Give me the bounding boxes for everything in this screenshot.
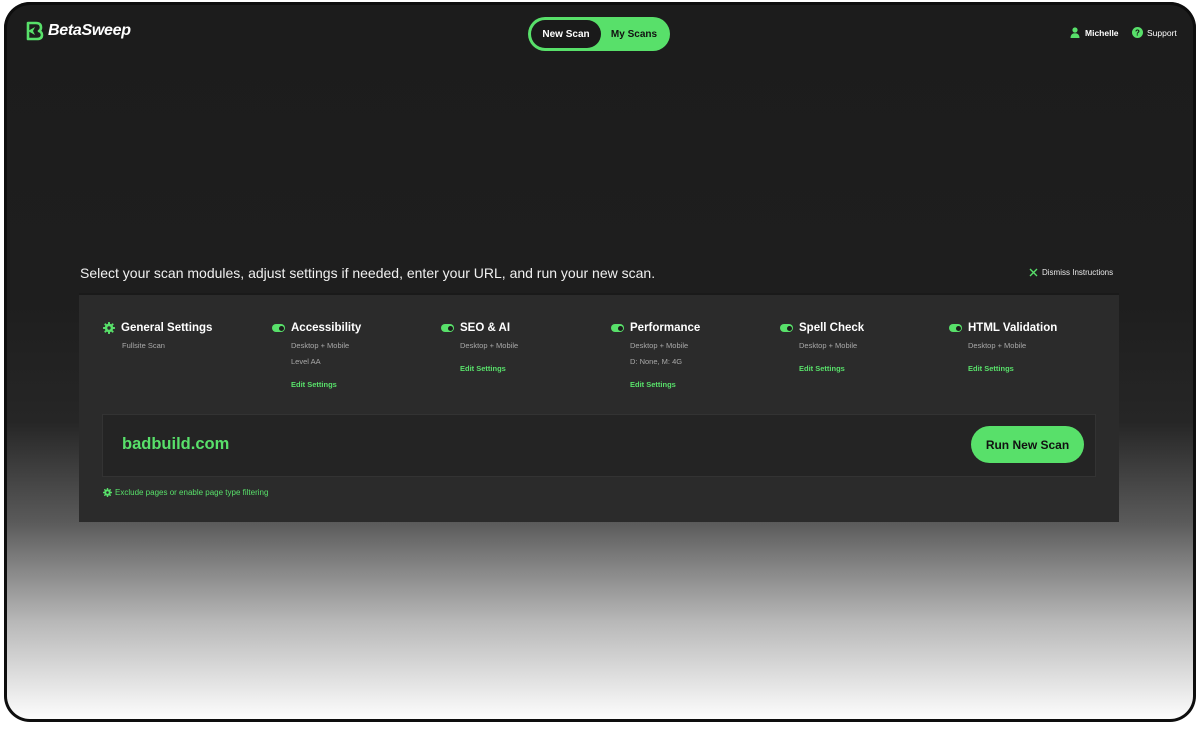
module-toggle-switch[interactable]	[272, 324, 285, 332]
edit-settings-link[interactable]: Edit Settings	[441, 364, 518, 373]
module-detail: Desktop + Mobile	[460, 341, 519, 350]
module-detail: Desktop + Mobile	[630, 341, 689, 350]
module-title: Accessibility	[291, 322, 362, 334]
url-input[interactable]: badbuild.com	[122, 435, 229, 454]
help-icon: ?	[1132, 27, 1143, 38]
user-name: Michelle	[1085, 27, 1119, 38]
support-link[interactable]: ? Support	[1132, 27, 1177, 38]
user-icon	[1070, 27, 1080, 38]
module-detail: Level AA	[291, 357, 321, 366]
edit-settings-link[interactable]: Edit Settings	[611, 380, 700, 389]
url-input-area: badbuild.com Run New Scan	[102, 414, 1096, 477]
module-toggle-switch[interactable]	[949, 324, 962, 332]
support-label: Support	[1147, 27, 1177, 38]
user-menu[interactable]: Michelle	[1070, 27, 1119, 38]
dismiss-instructions-button[interactable]: Dismiss Instructions	[1029, 268, 1113, 277]
tab-my-scans[interactable]: My Scans	[601, 20, 667, 48]
instructions-text: Select your scan modules, adjust setting…	[80, 265, 656, 281]
run-new-scan-button[interactable]: Run New Scan	[971, 426, 1084, 463]
module-title: Performance	[630, 322, 701, 334]
exclude-pages-link[interactable]: Exclude pages or enable page type filter…	[103, 488, 268, 497]
close-icon	[1029, 268, 1038, 277]
module-seo-ai: SEO & AI Desktop + Mobile Edit Settings	[441, 322, 518, 373]
module-title: HTML Validation	[968, 322, 1058, 334]
scan-panel: General Settings Fullsite Scan Accessibi…	[79, 293, 1119, 522]
module-toggle-switch[interactable]	[780, 324, 793, 332]
gear-icon[interactable]	[103, 322, 115, 334]
scan-mode-toggle: New Scan My Scans	[528, 17, 670, 51]
module-detail: Desktop + Mobile	[291, 341, 350, 350]
module-detail: Desktop + Mobile	[799, 341, 858, 350]
module-title: SEO & AI	[460, 322, 511, 334]
module-general-settings: General Settings Fullsite Scan	[103, 322, 212, 350]
module-title: General Settings	[121, 322, 213, 334]
module-accessibility: Accessibility Desktop + Mobile Level AA …	[272, 322, 361, 389]
module-html-validation: HTML Validation Desktop + Mobile Edit Se…	[949, 322, 1057, 373]
brand-logo[interactable]: BetaSweep	[24, 21, 131, 41]
betasweep-logo-icon	[26, 21, 44, 41]
module-detail: Desktop + Mobile	[968, 341, 1027, 350]
dismiss-label: Dismiss Instructions	[1042, 268, 1114, 277]
module-detail: D: None, M: 4G	[630, 357, 683, 366]
edit-settings-link[interactable]: Edit Settings	[949, 364, 1057, 373]
edit-settings-link[interactable]: Edit Settings	[780, 364, 864, 373]
exclude-label: Exclude pages or enable page type filter…	[115, 488, 269, 497]
module-title: Spell Check	[799, 322, 865, 334]
module-performance: Performance Desktop + Mobile D: None, M:…	[611, 322, 700, 389]
module-spell-check: Spell Check Desktop + Mobile Edit Settin…	[780, 322, 864, 373]
module-toggle-switch[interactable]	[441, 324, 454, 332]
module-toggle-switch[interactable]	[611, 324, 624, 332]
edit-settings-link[interactable]: Edit Settings	[272, 380, 361, 389]
tab-new-scan[interactable]: New Scan	[531, 20, 601, 48]
app-window: BetaSweep New Scan My Scans Michelle ? S…	[4, 2, 1196, 722]
module-detail: Fullsite Scan	[122, 341, 165, 350]
app-name: BetaSweep	[48, 22, 131, 39]
gear-icon	[103, 488, 112, 497]
svg-text:?: ?	[1135, 28, 1140, 37]
